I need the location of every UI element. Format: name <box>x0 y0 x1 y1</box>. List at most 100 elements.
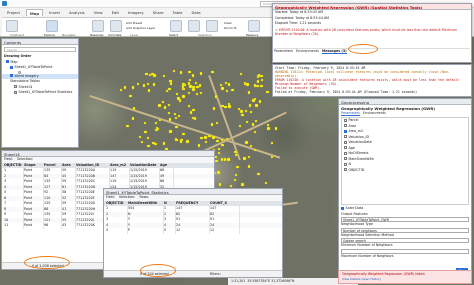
point-feature <box>223 158 226 161</box>
ribbon-tab-data[interactable]: Data <box>188 9 203 16</box>
add-graphics-layer-button[interactable]: Add Graphics Layer <box>126 26 155 30</box>
table-cell: 43 <box>62 223 76 229</box>
select-by-location-button[interactable] <box>206 20 218 32</box>
visibility-checkbox[interactable] <box>6 60 9 63</box>
point-feature <box>131 117 135 120</box>
measure-button[interactable] <box>248 20 260 32</box>
field-menu[interactable]: Field: <box>4 157 13 161</box>
point-feature <box>173 112 176 116</box>
point-feature <box>189 85 192 88</box>
highlight-circle <box>140 264 176 277</box>
point-feature <box>243 157 246 160</box>
field-checkbox[interactable] <box>344 135 347 138</box>
layer-label: Map <box>10 59 18 64</box>
point-feature <box>163 106 166 109</box>
point-feature <box>253 84 256 87</box>
geoprocessing-pane: Geoprocessing Geographically Weighted Re… <box>338 98 472 276</box>
toast-links[interactable]: View Details Open History <box>339 277 471 281</box>
field-checkbox[interactable] <box>344 151 347 155</box>
zoom-to-button[interactable]: Zoom To <box>224 26 237 30</box>
table-cell: 96 <box>44 223 62 229</box>
contents-pane: Contents Search Drawing Order Map Sheet1… <box>1 38 79 148</box>
field-checkbox[interactable] <box>344 146 347 149</box>
clear-button[interactable]: Clear <box>224 21 232 25</box>
tab-environments[interactable]: Environments <box>363 111 386 115</box>
point-feature <box>231 88 234 91</box>
table-row[interactable]: 5 P 5 12 12 <box>104 228 282 234</box>
table-status-bar: 0 of 204 selected Filters: <box>104 270 282 277</box>
ribbon-tab-project[interactable]: Project <box>4 9 23 16</box>
select-by-attributes-button[interactable] <box>188 20 200 32</box>
point-feature <box>228 105 231 108</box>
add-data-button[interactable] <box>110 20 122 32</box>
point-feature <box>253 97 256 101</box>
field-checkbox[interactable] <box>344 162 347 166</box>
field-checkbox[interactable] <box>344 140 347 144</box>
explore-label: Explore <box>44 33 55 37</box>
point-feature <box>241 113 244 117</box>
app-icon <box>2 1 7 6</box>
point-feature <box>220 158 224 161</box>
ribbon-tab-insert[interactable]: Insert <box>46 9 63 16</box>
point-feature <box>168 118 172 121</box>
failure-toast: Geographically Weighted Regression (GWR)… <box>338 270 472 284</box>
point-feature <box>131 86 135 89</box>
point-feature <box>147 144 150 148</box>
point-feature <box>227 158 230 161</box>
add-preset-button[interactable]: Add Preset <box>126 21 142 25</box>
tab-parameters[interactable]: Parameters <box>341 111 360 116</box>
log-list: Start Time: Friday, February 9, 2024 8:5… <box>273 65 471 95</box>
field-checkbox[interactable] <box>344 168 347 171</box>
point-feature <box>182 95 185 98</box>
field-label: Area_m2 <box>348 129 364 133</box>
point-feature <box>175 125 178 129</box>
visibility-checkbox[interactable] <box>10 65 13 69</box>
field-checkbox[interactable] <box>344 124 347 127</box>
ribbon-tab-table[interactable]: Table <box>170 9 186 16</box>
point-feature <box>186 140 189 143</box>
field-label: Valuation_ID <box>348 134 370 139</box>
point-feature <box>217 171 220 174</box>
select-button[interactable] <box>170 20 182 32</box>
selection-menu[interactable]: Selection: <box>17 157 33 161</box>
point-feature <box>126 124 129 128</box>
ribbon-tab-view[interactable]: View <box>91 9 106 16</box>
paste-icon[interactable] <box>6 20 18 32</box>
tab-environments[interactable]: Environments <box>296 49 319 53</box>
layer-points[interactable]: Sheet1_XYTableToPoint <box>2 65 78 71</box>
attribute-table-statistics: Sheet1_XYTableToPoint_Statistics Field: … <box>103 188 283 278</box>
contents-search-input[interactable]: Search <box>4 47 76 52</box>
point-feature <box>187 104 191 107</box>
point-feature <box>260 84 263 88</box>
ribbon-tab-map[interactable]: Map <box>26 9 44 16</box>
visibility-checkbox[interactable] <box>10 74 13 77</box>
ribbon-tab-share[interactable]: Share <box>150 9 167 16</box>
ribbon-tab-imagery[interactable]: Imagery <box>125 9 147 16</box>
selection-menu[interactable]: Selection: <box>119 195 135 199</box>
field-label: Parcel <box>348 118 359 122</box>
basemap-button[interactable] <box>92 20 104 32</box>
field-checkbox[interactable] <box>344 129 347 133</box>
field-checkbox[interactable] <box>344 157 347 160</box>
field-checkbox[interactable] <box>344 118 347 122</box>
table-statistics[interactable]: Sheet1_XYTableToPoint Statistics <box>2 90 78 96</box>
map-scale[interactable]: 1:31,301 <box>231 279 245 283</box>
rows-menu[interactable]: Rows: <box>139 195 149 199</box>
field-menu[interactable]: Field: <box>106 195 115 199</box>
field-option[interactable]: OBJECTID <box>342 168 468 174</box>
navigate-group-label: Navigate <box>62 33 76 37</box>
ribbon-tab-edit[interactable]: Edit <box>109 9 122 16</box>
point-feature <box>229 184 232 187</box>
point-feature <box>169 130 172 133</box>
explore-button[interactable] <box>46 20 58 32</box>
point-feature <box>246 83 249 86</box>
gp-tabs: Parameters Environments <box>339 111 471 116</box>
scale-data-checkbox[interactable] <box>341 206 344 210</box>
highlight-circle <box>24 256 70 269</box>
ribbon-tab-analysis[interactable]: Analysis <box>66 9 88 16</box>
tab-messages[interactable]: Messages (3) <box>321 49 347 54</box>
point-feature <box>221 87 224 90</box>
clipboard-group-label: Clipboard <box>10 33 25 37</box>
tab-parameters[interactable]: Parameters <box>274 49 293 53</box>
point-feature <box>255 104 258 107</box>
